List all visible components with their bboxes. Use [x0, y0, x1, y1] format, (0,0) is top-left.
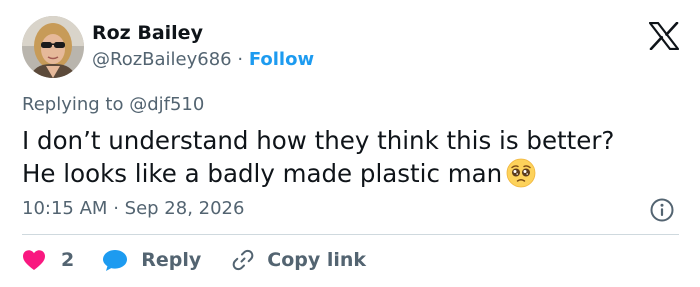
like-button[interactable]: 2 — [22, 249, 74, 271]
copy-link-label: Copy link — [267, 249, 367, 271]
reply-label: Reply — [141, 249, 202, 271]
replying-prefix: Replying to — [22, 94, 124, 115]
timestamp-separator: · — [113, 198, 119, 219]
heart-icon — [23, 250, 45, 270]
pleading-face-emoji-icon — [506, 158, 536, 188]
handle-separator: · — [237, 49, 244, 70]
tweet-actions: 2 Reply Copy link — [22, 245, 366, 275]
author-display-name[interactable]: Roz Bailey — [92, 20, 203, 46]
avatar[interactable] — [22, 16, 84, 78]
link-icon — [232, 249, 254, 271]
copy-link-button[interactable]: Copy link — [231, 248, 366, 272]
replying-to-line: Replying to @djf510 — [22, 93, 204, 117]
reply-button[interactable]: Reply — [102, 248, 201, 272]
follow-button[interactable]: Follow — [249, 49, 314, 70]
author-handle-row: @RozBailey686 · Follow — [92, 47, 314, 73]
tweet-time: 10:15 AM — [22, 198, 108, 219]
tweet-text-line-1: I don’t understand how they think this i… — [22, 126, 615, 155]
info-icon[interactable] — [649, 197, 675, 223]
speech-bubble-icon — [103, 250, 128, 271]
tweet-timestamp[interactable]: 10:15 AM · Sep 28, 2026 — [22, 197, 244, 221]
x-logo-icon[interactable] — [649, 22, 679, 50]
like-count: 2 — [61, 249, 75, 271]
divider — [22, 234, 679, 235]
tweet-text-line-2-wrap: He looks like a badly made plastic man — [22, 157, 662, 190]
tweet-date: Sep 28, 2026 — [124, 198, 245, 219]
tweet-card: Roz Bailey @RozBailey686 · Follow Replyi… — [0, 0, 700, 287]
tweet-text: I don’t understand how they think this i… — [22, 124, 662, 190]
author-handle[interactable]: @RozBailey686 — [92, 49, 232, 70]
tweet-text-line-2: He looks like a badly made plastic man — [22, 159, 503, 188]
avatar-image — [22, 16, 84, 78]
replying-to-mention[interactable]: @djf510 — [129, 94, 204, 115]
